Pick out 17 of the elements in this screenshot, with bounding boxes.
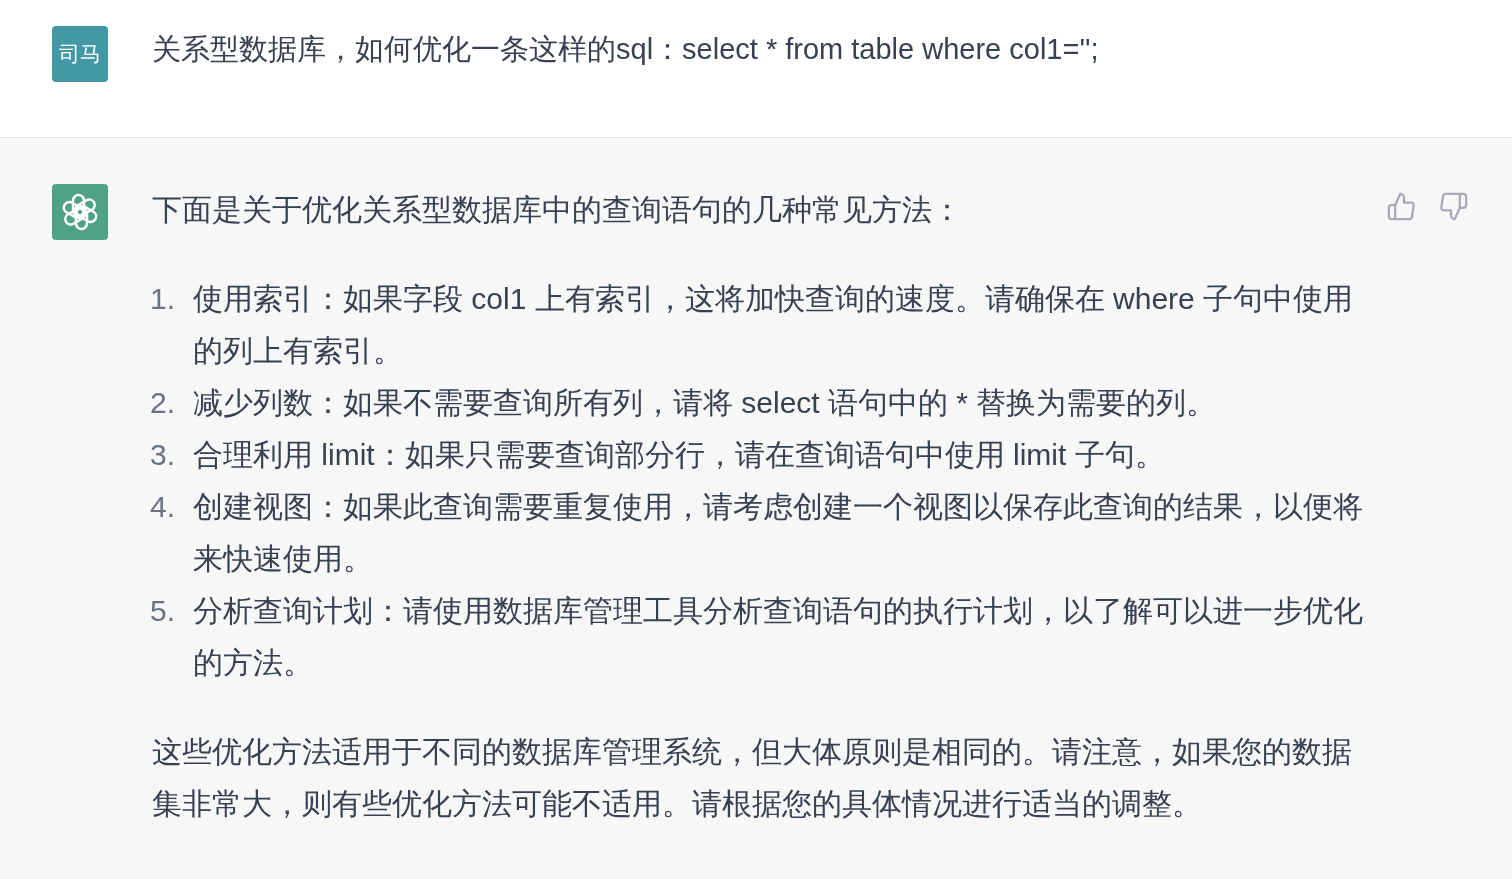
thumbs-down-icon[interactable] [1439, 192, 1468, 221]
list-number: 2. [150, 385, 177, 421]
thumbs-up-icon[interactable] [1387, 192, 1416, 221]
list-item-text: 使用索引：如果字段 col1 上有索引，这将加快查询的速度。请确保在 where 子句中使用的列上有索引。 [193, 281, 1355, 369]
list-number: 5. [150, 593, 177, 629]
list-item-text: 减少列数：如果不需要查询所有列，请将 select 语句中的 * 替换为需要的列。 [193, 385, 1218, 421]
knot-logo-icon [52, 184, 108, 240]
question-text: 关系型数据库，如何优化一条这样的sql：select * from table where col1=''; [152, 32, 1099, 67]
list-item-text: 创建视图：如果此查询需要重复使用，请考虑创建一个视图以保存此查询的结果，以便将来快速使用。 [193, 489, 1364, 577]
user-avatar: 司马 [52, 26, 108, 82]
list-number: 4. [150, 489, 177, 525]
answer-closing-text: 这些优化方法适用于不同的数据库管理系统，但大体原则是相同的。请注意，如果您的数据集非常大，则有些优化方法可能不适用。请根据您的具体情况进行适当的调整。 [152, 734, 1353, 822]
list-number: 3. [150, 437, 177, 473]
list-item-text: 合理利用 limit：如果只需要查询部分行，请在查询语句中使用 limit 子句。 [193, 437, 1166, 473]
answer-intro-text: 下面是关于优化关系型数据库中的查询语句的几种常见方法： [152, 192, 963, 228]
list-number: 1. [150, 281, 177, 317]
list-item-text: 分析查询计划：请使用数据库管理工具分析查询语句的执行计划，以了解可以进一步优化的方法。 [193, 593, 1364, 681]
